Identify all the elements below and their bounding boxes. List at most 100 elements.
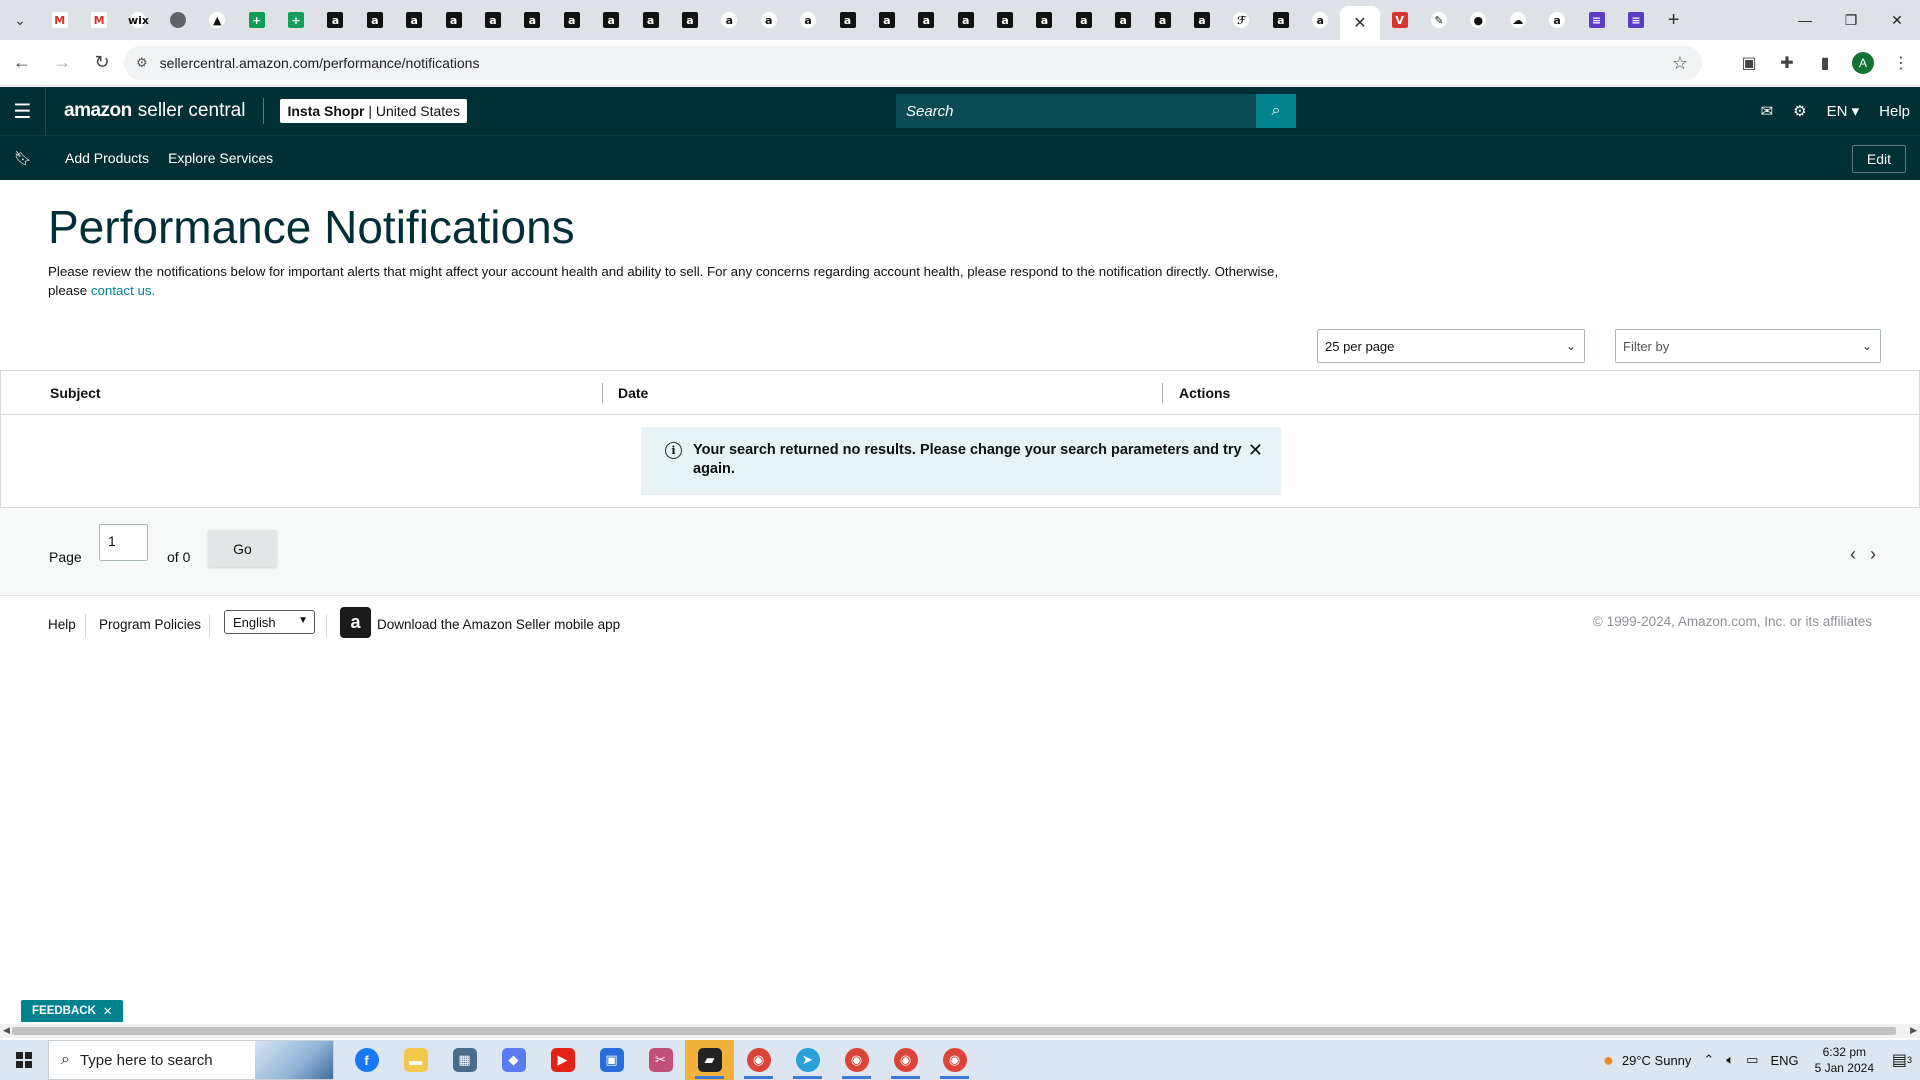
browser-tab[interactable]: M — [79, 0, 118, 40]
url-field[interactable]: ⚙ sellercentral.amazon.com/performance/n… — [124, 46, 1702, 80]
restore-button[interactable]: ❐ — [1828, 0, 1874, 40]
browser-tab[interactable]: a — [1025, 0, 1064, 40]
taskbar-app-copilot[interactable]: ◆ — [489, 1040, 538, 1080]
browser-tab[interactable]: a — [749, 0, 788, 40]
per-page-select[interactable]: 25 per page ⌄ — [1317, 329, 1585, 363]
bookmark-star-icon[interactable]: ☆ — [1672, 53, 1688, 74]
browser-tab[interactable]: M — [40, 0, 79, 40]
browser-tab[interactable]: a — [1182, 0, 1221, 40]
browser-tab[interactable]: ≡ — [1616, 0, 1655, 40]
explore-services-link[interactable]: Explore Services — [168, 150, 273, 166]
site-settings-icon[interactable]: ⚙ — [136, 55, 148, 71]
taskbar-app-chrome[interactable]: ◉ — [930, 1040, 979, 1080]
chevron-left-icon[interactable]: ‹ — [1850, 544, 1856, 565]
browser-tab[interactable]: a — [1104, 0, 1143, 40]
browser-tab[interactable]: ● — [1459, 0, 1498, 40]
browser-tab[interactable]: a — [788, 0, 827, 40]
browser-tab[interactable]: ℱ — [1222, 0, 1261, 40]
browser-tab[interactable]: a — [355, 0, 394, 40]
footer-language-select[interactable]: English ▼ — [224, 610, 315, 634]
browser-tab[interactable]: ✎ — [1419, 0, 1458, 40]
browser-tab[interactable]: a — [631, 0, 670, 40]
browser-tab[interactable]: a — [552, 0, 591, 40]
column-subject[interactable]: Subject — [50, 385, 101, 401]
scroll-left-icon[interactable]: ◀ — [3, 1025, 10, 1036]
browser-tab[interactable]: a — [867, 0, 906, 40]
input-language[interactable]: ENG — [1764, 1053, 1804, 1068]
browser-tab[interactable]: a — [1261, 0, 1300, 40]
taskbar-search[interactable]: ⌕ Type here to search — [48, 1040, 334, 1080]
taskbar-app-chrome[interactable]: ◉ — [832, 1040, 881, 1080]
forward-button[interactable]: → — [44, 45, 80, 81]
close-icon[interactable]: ✕ — [1248, 441, 1263, 460]
browser-tab[interactable]: ▲ — [198, 0, 237, 40]
tab-search-icon[interactable]: ⌄ — [0, 0, 40, 40]
browser-tab[interactable]: ☁ — [1498, 0, 1537, 40]
taskbar-app-youtube[interactable]: ▶ — [538, 1040, 587, 1080]
scrollbar-thumb[interactable] — [12, 1027, 1896, 1035]
bookmark-icon[interactable]: 🔖︎ — [0, 150, 46, 167]
taskbar-app-store[interactable]: ▣ — [587, 1040, 636, 1080]
browser-tab[interactable]: a — [316, 0, 355, 40]
edit-button[interactable]: Edit — [1851, 145, 1906, 173]
page-number-input[interactable]: 1 — [99, 524, 148, 561]
browser-tab[interactable]: + — [276, 0, 315, 40]
horizontal-scrollbar[interactable]: ◀ ▶ — [0, 1024, 1920, 1038]
settings-gear-icon[interactable]: ⚙ — [1783, 102, 1816, 120]
extensions-puzzle-icon[interactable]: ✚ — [1768, 44, 1806, 82]
browser-tab[interactable]: a — [473, 0, 512, 40]
browser-tab[interactable]: a — [907, 0, 946, 40]
browser-tab[interactable]: + — [237, 0, 276, 40]
taskbar-app-calculator[interactable]: ▦ — [440, 1040, 489, 1080]
network-icon[interactable]: ▭ — [1740, 1052, 1764, 1068]
search-button[interactable]: ⌕ — [1256, 94, 1296, 128]
browser-tab[interactable]: wix — [119, 0, 158, 40]
scroll-right-icon[interactable]: ▶ — [1910, 1025, 1917, 1036]
browser-menu-icon[interactable]: ⋮ — [1882, 44, 1920, 82]
column-date[interactable]: Date — [618, 385, 648, 401]
browser-tab[interactable]: a — [513, 0, 552, 40]
taskbar-app-chrome[interactable]: ◉ — [734, 1040, 783, 1080]
reload-button[interactable]: ↻ — [84, 45, 120, 81]
browser-tab[interactable]: V — [1380, 0, 1419, 40]
close-icon[interactable]: ✕ — [1353, 13, 1366, 33]
taskbar-app-file-explorer[interactable]: ▬ — [391, 1040, 440, 1080]
messages-icon[interactable]: ✉ — [1751, 102, 1784, 120]
start-button[interactable] — [0, 1040, 48, 1080]
add-products-link[interactable]: Add Products — [65, 150, 149, 166]
contact-us-link[interactable]: contact us. — [91, 283, 155, 298]
browser-tab[interactable]: a — [395, 0, 434, 40]
browser-tab[interactable]: a — [591, 0, 630, 40]
browser-tab[interactable]: a — [1143, 0, 1182, 40]
back-button[interactable]: ← — [4, 45, 40, 81]
help-link[interactable]: Help — [1869, 103, 1920, 120]
minimize-button[interactable]: — — [1782, 0, 1828, 40]
go-button[interactable]: Go — [208, 530, 277, 567]
browser-tab[interactable]: a — [1537, 0, 1576, 40]
new-tab-button[interactable]: + — [1656, 0, 1692, 40]
browser-tab[interactable]: a — [1064, 0, 1103, 40]
volume-icon[interactable]: 🔈︎ — [1720, 1052, 1740, 1068]
taskbar-app-telegram[interactable]: ➤ — [783, 1040, 832, 1080]
taskbar-app-snipping-tool[interactable]: ✂ — [636, 1040, 685, 1080]
chevron-up-icon[interactable]: ⌃ — [1697, 1052, 1720, 1068]
side-panel-icon[interactable]: ▮ — [1806, 44, 1844, 82]
browser-tab[interactable]: a — [946, 0, 985, 40]
close-icon[interactable]: ✕ — [103, 1004, 113, 1018]
chevron-right-icon[interactable]: › — [1870, 544, 1876, 565]
active-tab[interactable]: ✕ — [1339, 6, 1380, 40]
extension-off-icon[interactable]: ▣ — [1730, 44, 1768, 82]
browser-tab[interactable]: a — [828, 0, 867, 40]
taskbar-app-sticky-notes[interactable]: ▰ — [685, 1040, 734, 1080]
feedback-button[interactable]: FEEDBACK ✕ — [21, 1000, 123, 1022]
browser-tab[interactable]: a — [985, 0, 1024, 40]
browser-tab[interactable] — [158, 0, 197, 40]
language-selector[interactable]: EN ▾ — [1817, 102, 1870, 121]
store-switcher[interactable]: Insta Shopr | United States — [280, 99, 467, 123]
hamburger-menu-icon[interactable]: ☰ — [0, 87, 46, 135]
close-window-button[interactable]: ✕ — [1874, 0, 1920, 40]
profile-button[interactable]: A — [1844, 44, 1882, 82]
browser-tab[interactable]: a — [670, 0, 709, 40]
browser-tab[interactable]: a — [1301, 0, 1340, 40]
clock[interactable]: 6:32 pm 5 Jan 2024 — [1805, 1044, 1884, 1076]
